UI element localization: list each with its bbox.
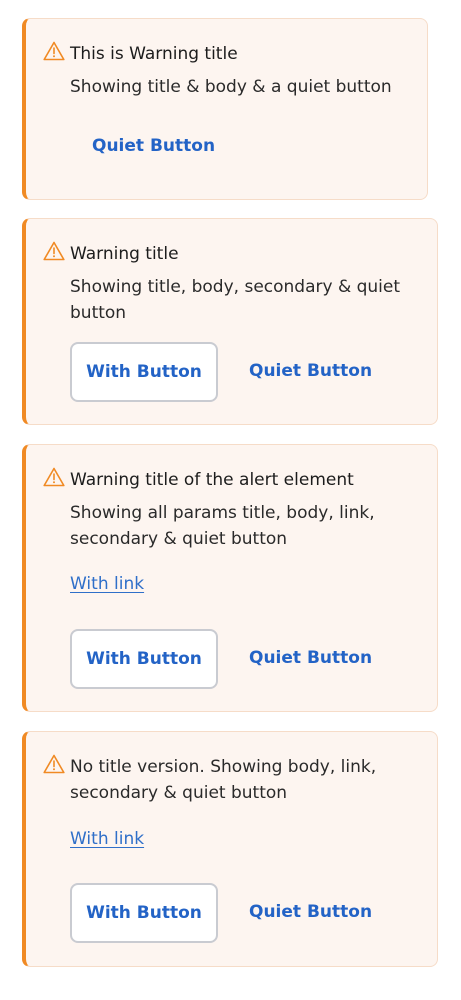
alert-link[interactable]: With link (70, 572, 144, 596)
quiet-button[interactable]: Quiet Button (92, 136, 215, 156)
warning-triangle-icon (43, 241, 65, 261)
warning-alert-1: This is Warning title Showing title & bo… (22, 18, 428, 200)
warning-alert-2: Warning title Showing title, body, secon… (22, 218, 438, 425)
alert-title: This is Warning title (70, 44, 238, 64)
quiet-button[interactable]: Quiet Button (249, 648, 372, 668)
alert-body: Showing title & body & a quiet button (70, 77, 392, 97)
secondary-button[interactable]: With Button (70, 629, 218, 689)
alert-body: Showing all params title, body, link, se… (70, 503, 375, 549)
alert-title: Warning title of the alert element (70, 470, 354, 490)
alert-body: No title version. Showing body, link, se… (70, 757, 377, 803)
warning-alert-4: No title version. Showing body, link, se… (22, 731, 438, 967)
alert-link[interactable]: With link (70, 827, 144, 851)
warning-alert-3: Warning title of the alert element Showi… (22, 444, 438, 712)
quiet-button[interactable]: Quiet Button (249, 902, 372, 922)
alert-title: Warning title (70, 244, 179, 264)
warning-triangle-icon (43, 754, 65, 774)
warning-triangle-icon (43, 41, 65, 61)
alert-body: Showing title, body, secondary & quiet b… (70, 277, 401, 323)
warning-triangle-icon (43, 467, 65, 487)
quiet-button[interactable]: Quiet Button (249, 361, 372, 381)
secondary-button[interactable]: With Button (70, 342, 218, 402)
secondary-button[interactable]: With Button (70, 883, 218, 943)
